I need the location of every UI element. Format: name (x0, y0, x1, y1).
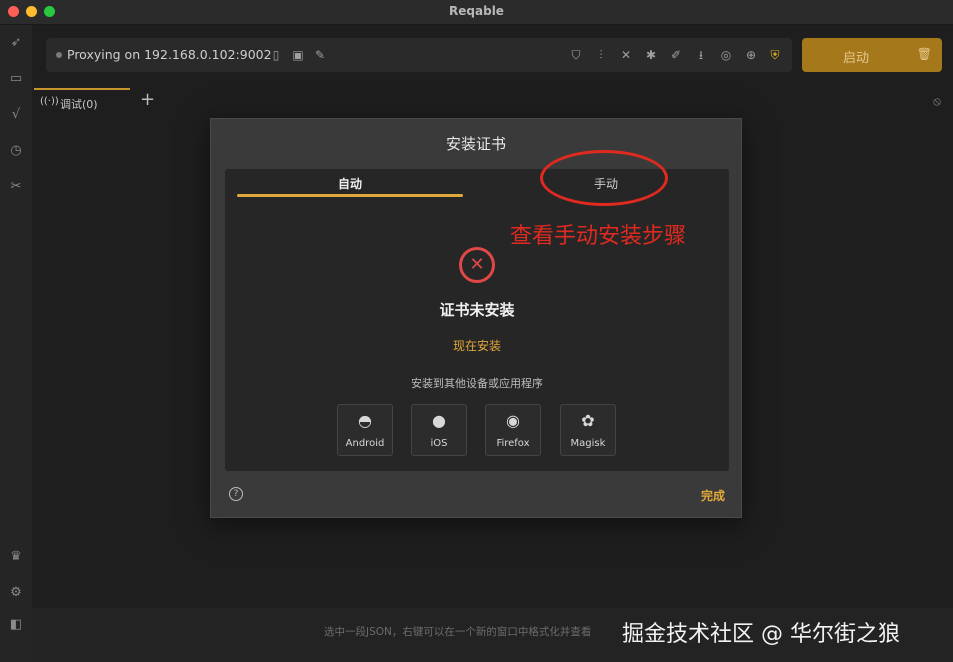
tools-icon[interactable]: ✂ (8, 179, 24, 195)
phone-icon[interactable]: ▯ (268, 47, 284, 63)
image-icon[interactable]: ▣ (290, 47, 306, 63)
pencil-icon[interactable]: ✎ (312, 47, 328, 63)
watermark: 掘金技术社区 @ 华尔街之狼 (622, 622, 900, 647)
annotation-text: 查看手动安装步骤 (510, 224, 687, 249)
box-icon[interactable]: ▭ (8, 71, 24, 87)
certificate-status: 证书未安装 (439, 301, 515, 319)
add-tab-icon[interactable]: + (140, 90, 155, 110)
trash-icon[interactable]: 🗑 (917, 47, 932, 61)
annotation-ellipse (540, 150, 668, 206)
platform-label: Firefox (496, 438, 530, 449)
start-button-label: 启动 (842, 50, 869, 65)
dialog-title: 安装证书 (445, 135, 506, 153)
proxy-status-dot (56, 52, 62, 58)
status-bar: 选中一段JSON，右键可以在一个新的窗口中格式化并查看 掘金技术社区 @ 华尔街… (32, 608, 953, 662)
bug-icon[interactable]: ✱ (643, 47, 659, 63)
sidebar-toggle-icon[interactable]: ◧ (8, 617, 24, 633)
platform-label: iOS (430, 438, 448, 449)
settings-icon[interactable]: ⚙ (8, 585, 24, 601)
target-icon[interactable]: ◎ (718, 47, 734, 63)
platform-firefox-button[interactable]: ◉ Firefox (485, 404, 541, 456)
security-icon[interactable]: ⛨ (767, 47, 783, 63)
android-icon: ◓ (358, 411, 372, 430)
install-now-link[interactable]: 现在安装 (225, 337, 729, 354)
rocket-icon[interactable]: ➶ (8, 35, 24, 51)
title-bar: Reqable (0, 0, 953, 25)
filter-icon[interactable]: ⫶ (593, 47, 609, 63)
platform-ios-button[interactable]: ● iOS (411, 404, 467, 456)
download-icon[interactable]: ⭳ (693, 47, 709, 63)
help-icon[interactable]: ? (229, 487, 243, 501)
done-button[interactable]: 完成 (701, 487, 725, 504)
tab-label: 调试(0) (60, 98, 98, 111)
broadcast-icon: ((·)) (40, 96, 59, 107)
formula-icon[interactable]: √ (8, 107, 24, 123)
platform-label: Android (345, 438, 385, 449)
platform-magisk-button[interactable]: ✿ Magisk (560, 404, 616, 456)
dialog-panel: 自动 手动 ✕ 证书未安装 现在安装 安装到其他设备或应用程序 ◓ Androi… (225, 169, 729, 471)
script-icon[interactable]: ✐ (668, 47, 684, 63)
start-button[interactable]: 启动 🗑 (802, 38, 942, 72)
hint-text: 选中一段JSON，右键可以在一个新的窗口中格式化并查看 (324, 626, 592, 638)
apple-icon: ● (432, 411, 446, 430)
tab-debug[interactable]: ((·)) 调试(0) (34, 88, 130, 114)
other-devices-label: 安装到其他设备或应用程序 (411, 377, 543, 390)
platform-android-button[interactable]: ◓ Android (337, 404, 393, 456)
firefox-icon: ◉ (506, 411, 520, 430)
history-icon[interactable]: ◷ (8, 143, 24, 159)
shield-icon[interactable]: ⛉ (568, 47, 584, 63)
proxy-status: Proxying on 192.168.0.102:9002 (67, 47, 272, 62)
platform-label: Magisk (570, 438, 606, 449)
wand-off-icon[interactable]: ✕ (618, 47, 634, 63)
window-title: Reqable (449, 4, 504, 18)
tab-bar: ((·)) 调试(0) + ⦸ (32, 88, 953, 114)
sidebar: ➶ ▭ √ ◷ ✂ ♛ ⚙ ◧ (0, 25, 32, 662)
error-icon: ✕ (459, 247, 495, 283)
eye-off-icon[interactable]: ⦸ (933, 94, 941, 109)
crown-icon[interactable]: ♛ (8, 549, 24, 565)
magisk-icon: ✿ (581, 411, 595, 430)
active-tab-indicator (237, 194, 463, 197)
proxy-toolbar: Proxying on 192.168.0.102:9002 ▯ ▣ ✎ ⛉ ⫶… (46, 38, 792, 72)
globe-icon[interactable]: ⊕ (743, 47, 759, 63)
